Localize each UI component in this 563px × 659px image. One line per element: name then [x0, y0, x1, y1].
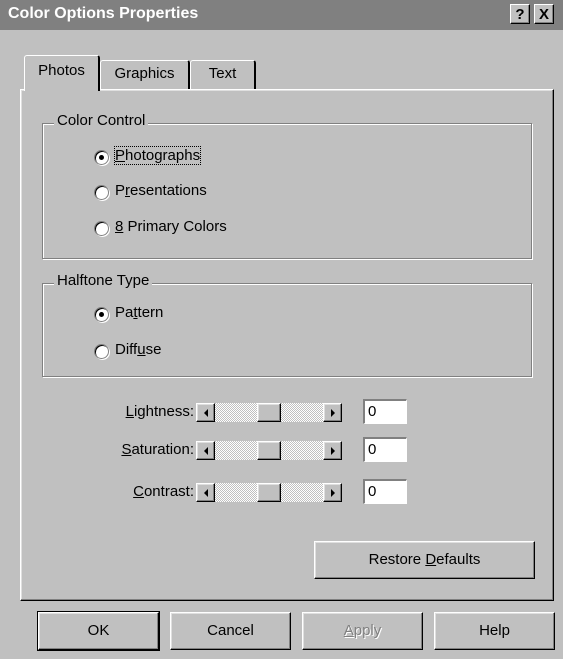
halftone-type-group	[42, 283, 532, 377]
presentations-radio[interactable]	[94, 185, 109, 200]
help-button[interactable]: ?	[510, 4, 530, 24]
color-control-legend: Color Control	[54, 112, 149, 129]
tab-text-label: Text	[208, 65, 237, 82]
tab-photos[interactable]: Photos	[24, 55, 100, 91]
halftone-type-legend: Halftone Type	[54, 272, 153, 289]
tab-text[interactable]: Text	[190, 60, 256, 89]
window-title: Color Options Properties	[8, 5, 199, 22]
tab-photos-label: Photos	[38, 62, 85, 79]
restore-defaults-button[interactable]: Restore Defaults	[314, 541, 535, 579]
saturation-value[interactable]: 0	[363, 437, 407, 462]
pattern-radio[interactable]	[94, 307, 109, 322]
cancel-button[interactable]: Cancel	[170, 612, 291, 650]
ok-button[interactable]: OK	[37, 611, 160, 651]
right-arrow-icon[interactable]	[323, 403, 342, 422]
presentations-label[interactable]: Presentations	[115, 182, 207, 199]
tab-graphics-label: Graphics	[114, 65, 175, 82]
pattern-label[interactable]: Pattern	[115, 304, 163, 321]
contrast-scrollbar[interactable]	[196, 483, 342, 502]
saturation-label: Saturation:	[121, 441, 194, 458]
radio-dot	[99, 312, 104, 317]
primary-colors-radio[interactable]	[94, 221, 109, 236]
diffuse-label[interactable]: Diffuse	[115, 341, 161, 358]
lightness-scrollbar[interactable]	[196, 403, 342, 422]
left-arrow-icon[interactable]	[196, 441, 215, 460]
title-bar: Color Options Properties ? X	[0, 0, 563, 30]
diffuse-radio[interactable]	[94, 344, 109, 359]
right-arrow-icon[interactable]	[323, 441, 342, 460]
lightness-thumb[interactable]	[257, 403, 281, 422]
left-arrow-icon[interactable]	[196, 483, 215, 502]
radio-dot	[99, 155, 104, 160]
help-footer-button[interactable]: Help	[434, 612, 555, 650]
contrast-thumb[interactable]	[257, 483, 281, 502]
saturation-thumb[interactable]	[257, 441, 281, 460]
apply-button[interactable]: Apply	[302, 612, 423, 650]
right-arrow-icon[interactable]	[323, 483, 342, 502]
lightness-label: Lightness:	[125, 403, 194, 420]
photographs-label[interactable]: Photographs	[113, 146, 202, 165]
left-arrow-icon[interactable]	[196, 403, 215, 422]
photographs-radio[interactable]	[94, 150, 109, 165]
tab-graphics[interactable]: Graphics	[100, 60, 190, 89]
contrast-value[interactable]: 0	[363, 479, 407, 504]
lightness-value[interactable]: 0	[363, 399, 407, 424]
close-button[interactable]: X	[534, 4, 554, 24]
contrast-label: Contrast:	[133, 483, 194, 500]
saturation-scrollbar[interactable]	[196, 441, 342, 460]
primary-colors-label[interactable]: 8 Primary Colors	[115, 218, 227, 235]
